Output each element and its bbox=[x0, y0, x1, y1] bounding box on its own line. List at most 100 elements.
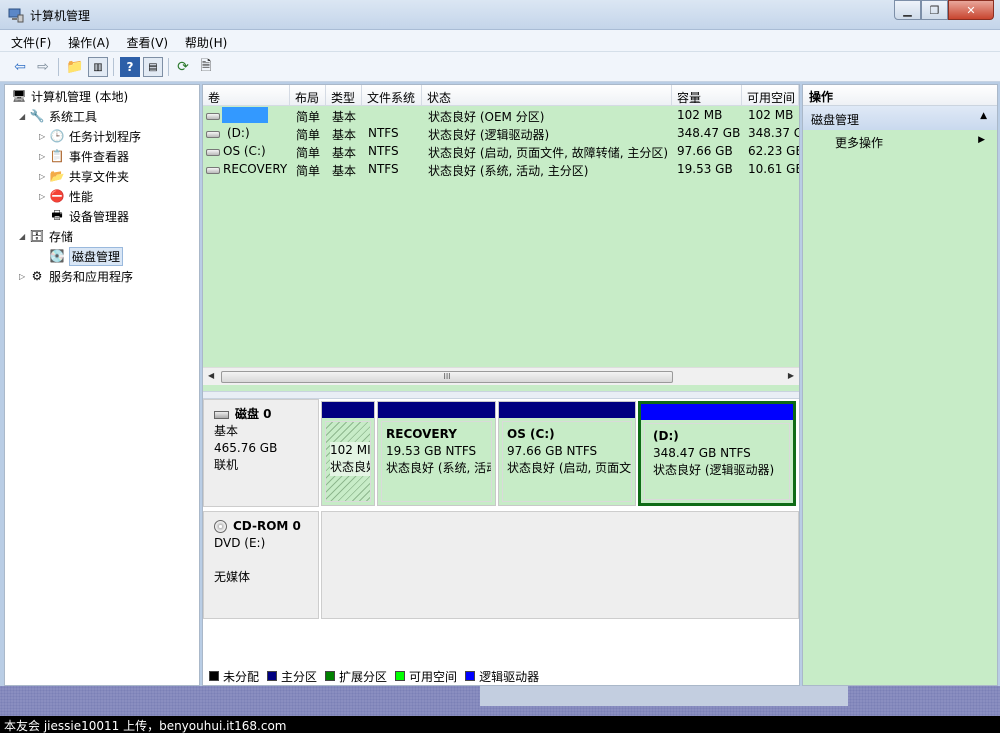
legend-item: 逻辑驱动器 bbox=[465, 668, 539, 685]
partition-size: 102 MI bbox=[330, 442, 371, 459]
partition-title: (D:) bbox=[653, 429, 679, 443]
volume-row[interactable]: RECOVERY 简单 基本 NTFS 状态良好 (系统, 活动, 主分区) 1… bbox=[203, 160, 799, 178]
collapse-up-icon[interactable]: ▲ bbox=[980, 111, 987, 121]
actions-section-disk-management[interactable]: 磁盘管理 ▲ bbox=[803, 106, 997, 130]
tree-node-device-manager[interactable]: 🖶 设备管理器 bbox=[49, 206, 129, 226]
column-header-free-space[interactable]: 可用空间 bbox=[742, 85, 799, 106]
volume-filesystem: NTFS bbox=[368, 126, 399, 140]
disk-management-pane: 卷 布局 类型 文件系统 状态 容量 可用空间 简单 基本 状态良好 (OEM … bbox=[202, 84, 800, 686]
column-header-capacity[interactable]: 容量 bbox=[672, 85, 742, 106]
partition-oem[interactable]: 102 MI 状态良妇 bbox=[321, 401, 375, 506]
drive-icon bbox=[206, 127, 223, 141]
disk-state: 联机 bbox=[214, 458, 239, 472]
collapsed-arrow-icon[interactable]: ▷ bbox=[39, 172, 49, 181]
tree-node-event-viewer[interactable]: ▷ 📋 事件查看器 bbox=[39, 146, 129, 166]
legend-item: 主分区 bbox=[267, 668, 317, 685]
expanded-arrow-icon[interactable]: ◢ bbox=[19, 232, 29, 241]
legend-swatch-logical bbox=[465, 671, 476, 681]
tree-node-system-tools[interactable]: ◢ 🔧 系统工具 bbox=[19, 106, 97, 126]
disk-0-label[interactable]: 磁盘 0 基本 465.76 GB 联机 bbox=[203, 399, 319, 507]
computer-management-icon bbox=[8, 8, 24, 23]
partition-d-selected[interactable]: (D:) 348.47 GB NTFS 状态良好 (逻辑驱动器) bbox=[638, 401, 796, 506]
tree-node-performance[interactable]: ▷ ⛔ 性能 bbox=[39, 186, 93, 206]
menu-action[interactable]: 操作(A) bbox=[62, 30, 117, 51]
column-header-volume[interactable]: 卷 bbox=[203, 85, 290, 106]
column-header-status[interactable]: 状态 bbox=[422, 85, 672, 106]
partition-body: OS (C:) 97.66 GB NTFS 状态良好 (启动, 页面文 bbox=[502, 421, 632, 502]
tree-node-services-apps[interactable]: ▷ ⚙ 服务和应用程序 bbox=[19, 266, 133, 286]
watermark-text: 本友会 jiessie10011 上传，benyouhui.it168.com bbox=[0, 716, 1000, 733]
up-folder-icon[interactable]: 📁 bbox=[65, 57, 85, 77]
volume-row[interactable]: OS (C:) 简单 基本 NTFS 状态良好 (启动, 页面文件, 故障转储,… bbox=[203, 142, 799, 160]
show-hide-tree-icon[interactable]: ▥ bbox=[88, 57, 108, 77]
scroll-right-icon[interactable]: ▶ bbox=[788, 371, 794, 380]
toolbar-separator bbox=[113, 58, 114, 76]
volume-status: 状态良好 (OEM 分区) bbox=[428, 110, 545, 124]
properties-icon[interactable]: 🗎 bbox=[196, 57, 216, 77]
hard-disk-icon bbox=[214, 410, 229, 419]
legend-swatch-primary bbox=[267, 671, 278, 681]
refresh-icon[interactable]: ⟳ bbox=[173, 57, 193, 77]
column-header-filesystem[interactable]: 文件系统 bbox=[362, 85, 422, 106]
volume-row[interactable]: 简单 基本 状态良好 (OEM 分区) 102 MB 102 MB bbox=[203, 106, 799, 124]
column-header-type[interactable]: 类型 bbox=[326, 85, 362, 106]
close-button[interactable]: ✕ bbox=[948, 0, 994, 20]
background-gap bbox=[480, 686, 848, 706]
cdrom-0-label[interactable]: CD-ROM 0 DVD (E:) 无媒体 bbox=[203, 511, 319, 619]
tree-node-task-scheduler[interactable]: ▷ 🕒 任务计划程序 bbox=[39, 126, 141, 146]
tree-node-storage[interactable]: ◢ 🗄 存储 bbox=[19, 226, 73, 246]
more-actions-item[interactable]: 更多操作 ▶ bbox=[803, 130, 997, 152]
partition-title: RECOVERY bbox=[386, 427, 457, 441]
tree-label: 磁盘管理 bbox=[69, 246, 124, 266]
more-actions-label: 更多操作 bbox=[835, 136, 884, 150]
horizontal-scrollbar[interactable]: ◀ III ▶ bbox=[203, 367, 799, 385]
tree-node-shared-folders[interactable]: ▷ 📂 共享文件夹 bbox=[39, 166, 129, 186]
collapsed-arrow-icon[interactable]: ▷ bbox=[39, 132, 49, 141]
actions-section-label: 磁盘管理 bbox=[811, 113, 860, 127]
collapsed-arrow-icon[interactable]: ▷ bbox=[39, 152, 49, 161]
toolbar: ⇦ ⇨ 📁 ▥ ? ▤ ⟳ 🗎 bbox=[0, 52, 1000, 82]
legend: 未分配 主分区 扩展分区 可用空间 逻辑驱动器 bbox=[203, 667, 799, 685]
partition-os-c[interactable]: OS (C:) 97.66 GB NTFS 状态良好 (启动, 页面文 bbox=[498, 401, 636, 506]
menu-file[interactable]: 文件(F) bbox=[0, 30, 58, 51]
menu-view[interactable]: 查看(V) bbox=[121, 30, 176, 51]
expanded-arrow-icon[interactable]: ◢ bbox=[19, 112, 29, 121]
volume-capacity: 19.53 GB bbox=[677, 162, 733, 176]
services-icon: ⚙ bbox=[31, 269, 43, 283]
help-icon[interactable]: ? bbox=[120, 57, 140, 77]
volume-free-space: 348.37 G bbox=[748, 126, 799, 140]
tree-label: 服务和应用程序 bbox=[49, 269, 134, 284]
volume-type: 基本 bbox=[332, 110, 357, 124]
tree-label: 性能 bbox=[69, 189, 94, 204]
scroll-thumb[interactable]: III bbox=[221, 371, 673, 383]
tree-label: 事件查看器 bbox=[69, 149, 130, 164]
disk-graphical-view: 磁盘 0 基本 465.76 GB 联机 102 MI 状态良妇 RECOVER… bbox=[203, 399, 799, 685]
pane-splitter[interactable] bbox=[203, 391, 799, 399]
forward-arrow-icon[interactable]: ⇨ bbox=[33, 57, 53, 77]
collapsed-arrow-icon[interactable]: ▷ bbox=[39, 192, 49, 201]
drive-icon bbox=[206, 163, 223, 177]
partition-recovery[interactable]: RECOVERY 19.53 GB NTFS 状态良好 (系统, 活动 bbox=[377, 401, 496, 506]
navigation-tree: 🖥 计算机管理 (本地) ◢ 🔧 系统工具 ▷ 🕒 任务计划程序 ▷ 📋 事件查… bbox=[4, 84, 200, 686]
partition-size: 19.53 GB NTFS bbox=[386, 444, 477, 458]
column-header-layout[interactable]: 布局 bbox=[290, 85, 326, 106]
back-arrow-icon[interactable]: ⇦ bbox=[10, 57, 30, 77]
tools-icon: 🔧 bbox=[29, 109, 45, 123]
tree-node-disk-management[interactable]: 💽 磁盘管理 bbox=[49, 246, 124, 266]
volume-name-selected bbox=[222, 107, 268, 123]
title-bar: 计算机管理 ▁ ❐ ✕ bbox=[0, 0, 1000, 30]
scroll-left-icon[interactable]: ◀ bbox=[208, 371, 214, 380]
collapsed-arrow-icon[interactable]: ▷ bbox=[19, 272, 29, 281]
volume-type: 基本 bbox=[332, 164, 357, 178]
legend-swatch-extended bbox=[325, 671, 336, 681]
tree-node-root[interactable]: 🖥 计算机管理 (本地) bbox=[11, 86, 128, 106]
minimize-button[interactable]: ▁ bbox=[894, 0, 921, 20]
menu-help[interactable]: 帮助(H) bbox=[179, 30, 234, 51]
legend-label: 逻辑驱动器 bbox=[479, 669, 540, 684]
partition-body: (D:) 348.47 GB NTFS 状态良好 (逻辑驱动器) bbox=[644, 423, 790, 500]
restore-button[interactable]: ❐ bbox=[921, 0, 948, 20]
volume-row[interactable]: (D:) 简单 基本 NTFS 状态良好 (逻辑驱动器) 348.47 GB 3… bbox=[203, 124, 799, 142]
cdrom-icon bbox=[214, 520, 227, 533]
show-hide-action-pane-icon[interactable]: ▤ bbox=[143, 57, 163, 77]
volume-layout: 简单 bbox=[296, 110, 321, 124]
